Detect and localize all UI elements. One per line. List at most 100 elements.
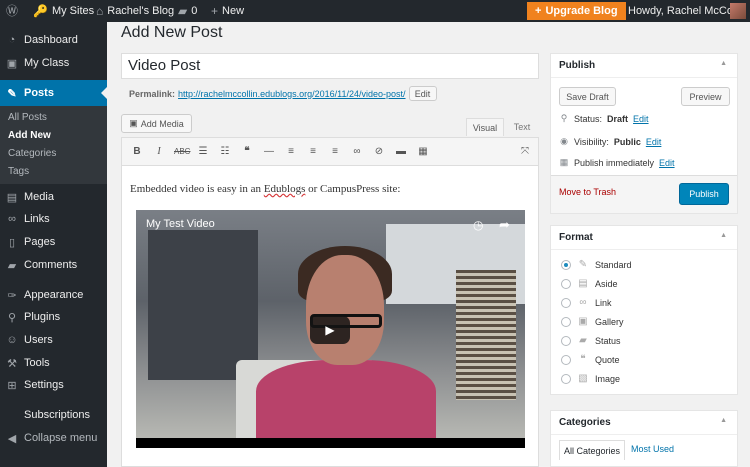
sidebar-item-posts[interactable]: ✎ Posts (0, 80, 107, 106)
move-to-trash-link[interactable]: Move to Trash (559, 187, 616, 197)
blockquote-icon[interactable]: ❝ (240, 145, 254, 159)
tab-all-categories[interactable]: All Categories (559, 440, 625, 460)
read-more-icon[interactable]: ▬ (394, 145, 408, 159)
share-icon[interactable]: ➦ (499, 217, 510, 233)
video-title[interactable]: My Test Video (146, 218, 215, 230)
preview-button[interactable]: Preview (681, 87, 730, 106)
comments-link[interactable]: ▰ 0 (178, 0, 197, 22)
submenu-all-posts[interactable]: All Posts (8, 112, 47, 123)
sidebar-item-my-class[interactable]: ▣ My Class (0, 52, 107, 74)
account-link[interactable]: Howdy, Rachel McCollin (628, 0, 746, 22)
tools-icon: ⚒ (7, 357, 17, 370)
tab-visual[interactable]: Visual (466, 118, 504, 136)
collapse-menu-button[interactable]: ◀ Collapse menu (0, 427, 107, 449)
sidebar-item-label: Settings (24, 379, 64, 391)
radio[interactable] (561, 354, 571, 365)
categories-box: Categories ▲ All Categories Most Used (550, 410, 738, 467)
plus-icon: + (211, 4, 219, 18)
post-editor[interactable]: B I ABC ☰ ☷ ❝ — ≡ ≡ ≡ ∞ ⊘ ▬ ▦ ⤧ Embedded… (121, 137, 539, 467)
status-edit-link[interactable]: Edit (633, 114, 649, 124)
unlink-icon[interactable]: ⊘ (372, 145, 386, 159)
radio[interactable] (561, 278, 571, 289)
save-draft-button[interactable]: Save Draft (559, 87, 616, 106)
plus-icon: + (535, 5, 542, 17)
add-media-button[interactable]: ▣ Add Media (121, 114, 192, 133)
sidebar-item-label: Appearance (24, 289, 84, 301)
blog-name-link[interactable]: ⌂ Rachel's Blog (96, 0, 174, 22)
appearance-icon: ✑ (7, 289, 17, 302)
radio[interactable] (561, 316, 571, 327)
format-heading: Format ▲ (551, 226, 737, 250)
fullscreen-icon[interactable]: ⤧ (518, 145, 532, 159)
toolbar-toggle-icon[interactable]: ▦ (416, 145, 430, 159)
numbered-list-icon[interactable]: ☷ (218, 145, 232, 159)
new-content-link[interactable]: + New (211, 0, 244, 22)
sidebar-item-users[interactable]: ☺ Users (0, 329, 107, 351)
watch-later-icon[interactable]: ◷ (473, 218, 483, 232)
collapse-arrow-icon[interactable]: ▲ (720, 232, 727, 239)
align-right-icon[interactable]: ≡ (328, 145, 342, 159)
publish-heading: Publish ▲ (551, 54, 737, 78)
link-icon[interactable]: ∞ (350, 145, 364, 159)
format-option-gallery[interactable]: ▣ Gallery (561, 316, 624, 327)
sidebar-item-appearance[interactable]: ✑ Appearance (0, 284, 107, 306)
sidebar-item-label: My Class (24, 57, 70, 69)
tab-most-used[interactable]: Most Used (631, 444, 674, 454)
italic-icon[interactable]: I (152, 145, 166, 159)
publish-button[interactable]: Publish (679, 183, 729, 205)
submenu-add-new[interactable]: Add New (8, 130, 51, 141)
sidebar-item-pages[interactable]: ▯ Pages (0, 231, 107, 253)
sidebar-item-label: Users (24, 334, 53, 346)
wordpress-logo[interactable]: Ⓦ (6, 0, 18, 22)
sidebar-item-dashboard[interactable]: ◔ Dashboard (0, 29, 107, 51)
bold-icon[interactable]: B (130, 145, 144, 159)
pin-icon: ⚲ (560, 113, 568, 123)
schedule-edit-link[interactable]: Edit (659, 158, 675, 168)
format-option-standard[interactable]: ✎ Standard (561, 259, 632, 270)
sidebar-item-media[interactable]: ▤ Media (0, 186, 107, 208)
permalink-edit-button[interactable]: Edit (408, 86, 437, 101)
collapse-arrow-icon[interactable]: ▲ (720, 60, 727, 67)
align-left-icon[interactable]: ≡ (284, 145, 298, 159)
tab-text[interactable]: Text (506, 118, 538, 136)
play-button[interactable]: ▶ (310, 316, 350, 344)
radio[interactable] (561, 297, 571, 308)
collapse-arrow-icon[interactable]: ▲ (720, 417, 727, 424)
format-option-quote[interactable]: ❝ Quote (561, 354, 620, 365)
status-icon: ▰ (579, 335, 587, 346)
aside-icon: ▤ (578, 278, 588, 289)
avatar[interactable] (730, 3, 746, 19)
permalink-link[interactable]: http://rachelmccollin.edublogs.org/2016/… (178, 89, 405, 99)
sidebar-item-subscriptions[interactable]: Subscriptions (0, 404, 107, 426)
visibility-edit-link[interactable]: Edit (646, 137, 662, 147)
submenu-categories[interactable]: Categories (8, 148, 56, 159)
bullet-list-icon[interactable]: ☰ (196, 145, 210, 159)
sidebar-item-settings[interactable]: ⊞ Settings (0, 374, 107, 396)
permalink-label: Permalink: (129, 88, 176, 99)
embedded-video[interactable]: My Test Video ◷ ➦ ▶ (136, 210, 525, 448)
format-option-status[interactable]: ▰ Status (561, 335, 621, 346)
horizontal-line-icon[interactable]: — (262, 145, 276, 159)
format-option-link[interactable]: ∞ Link (561, 297, 612, 308)
align-center-icon[interactable]: ≡ (306, 145, 320, 159)
home-icon: ⌂ (96, 4, 104, 18)
format-option-aside[interactable]: ▤ Aside (561, 278, 618, 289)
radio[interactable] (561, 373, 571, 384)
admin-sidebar: ◔ Dashboard ▣ My Class ✎ Posts ▤ Media ∞ Link… (0, 22, 107, 467)
class-icon: ▣ (6, 57, 18, 70)
submenu-tags[interactable]: Tags (8, 166, 29, 177)
sidebar-item-comments[interactable]: ▰ Comments (0, 254, 107, 276)
radio[interactable] (561, 335, 571, 346)
strikethrough-icon[interactable]: ABC (174, 145, 190, 159)
upgrade-button[interactable]: + Upgrade Blog (527, 2, 626, 20)
my-sites-link[interactable]: 🔑 My Sites (33, 0, 94, 22)
pin-icon: ✎ (7, 87, 17, 100)
radio-selected[interactable] (561, 259, 571, 270)
sidebar-item-links[interactable]: ∞ Links (0, 208, 107, 230)
sidebar-item-plugins[interactable]: ⚲ Plugins (0, 306, 107, 328)
sidebar-item-label: Posts (24, 87, 54, 99)
format-option-image[interactable]: ▧ Image (561, 373, 620, 384)
sidebar-item-tools[interactable]: ⚒ Tools (0, 352, 107, 374)
status-row: ⚲ Status: Draft Edit (560, 113, 649, 124)
post-title-input[interactable]: Video Post (121, 53, 539, 79)
